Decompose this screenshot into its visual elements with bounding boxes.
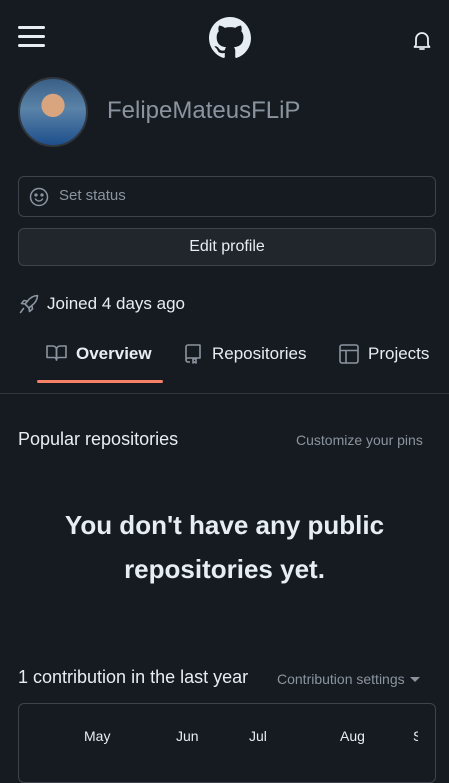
- tab-repositories-label: Repositories: [212, 344, 307, 363]
- month-label: Jul: [249, 728, 267, 744]
- tab-projects-label: Projects: [368, 344, 430, 363]
- github-logo-icon[interactable]: [209, 17, 251, 59]
- empty-message-line-1: You don't have any public: [64, 510, 385, 540]
- edit-profile-button[interactable]: Edit profile: [18, 228, 436, 266]
- month-label: May: [84, 728, 111, 744]
- tab-repositories[interactable]: Repositories: [184, 342, 324, 368]
- tab-overview[interactable]: Overview: [46, 342, 166, 368]
- contribution-settings-dropdown[interactable]: Contribution settings: [277, 671, 420, 687]
- book-icon: [46, 345, 67, 361]
- popular-repositories-title: Popular repositories: [18, 429, 179, 449]
- tab-selected-indicator: [37, 380, 163, 383]
- contribution-graph: May Jun Jul Aug S: [18, 703, 436, 783]
- customize-pins-link[interactable]: Customize your pins: [296, 432, 423, 448]
- empty-repositories-message: You don't have any public repositories y…: [20, 503, 429, 591]
- bell-icon[interactable]: [410, 28, 434, 52]
- caret-down-icon: [409, 677, 420, 682]
- contributions-title: 1 contribution in the last year: [18, 667, 249, 687]
- smiley-icon: [29, 187, 49, 207]
- table-icon: [339, 344, 359, 364]
- contribution-settings-label: Contribution settings: [277, 671, 405, 687]
- hamburger-menu-icon[interactable]: [18, 24, 46, 48]
- rocket-icon: [19, 294, 39, 314]
- tab-projects[interactable]: Projects: [339, 342, 444, 368]
- tab-overview-label: Overview: [76, 344, 152, 363]
- top-header: [0, 0, 449, 75]
- month-label: S: [413, 728, 418, 744]
- repo-icon: [185, 344, 201, 364]
- tabs-divider: [0, 393, 449, 394]
- avatar[interactable]: [18, 77, 88, 147]
- set-status-label: Set status: [59, 187, 126, 204]
- empty-message-line-2: repositories yet.: [124, 554, 325, 584]
- set-status-button[interactable]: Set status: [18, 176, 436, 217]
- month-label: Aug: [340, 728, 365, 744]
- joined-text: Joined 4 days ago: [47, 294, 185, 313]
- username: FelipeMateusFLiP: [107, 97, 301, 124]
- month-label: Jun: [176, 728, 199, 744]
